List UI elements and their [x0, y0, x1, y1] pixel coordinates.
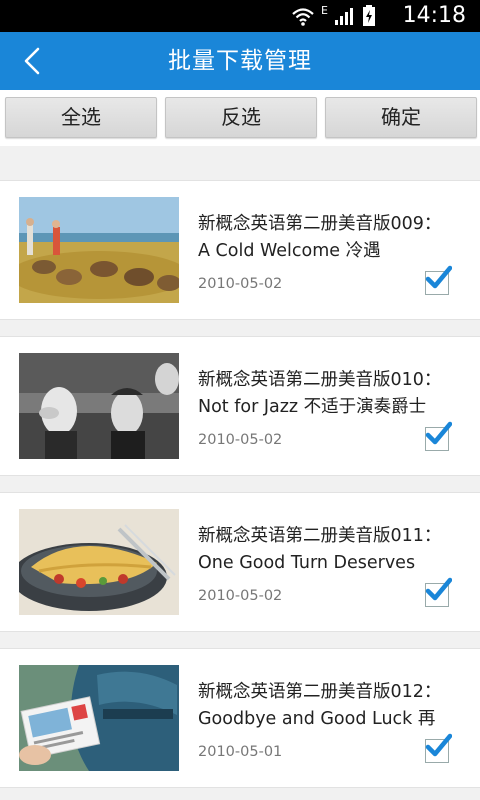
item-title: 新概念英语第二册美音版009： A Cold Welcome 冷遇	[198, 214, 442, 261]
back-button[interactable]	[12, 44, 52, 78]
item-title: 新概念英语第二册美音版010： Not for Jazz 不适于演奏爵士	[198, 370, 442, 417]
confirm-button[interactable]: 确定	[325, 97, 477, 138]
checkmark-icon	[425, 733, 452, 757]
checkmark-icon	[425, 421, 452, 445]
checkmark-icon	[425, 265, 452, 289]
item-date: 2010-05-02	[198, 276, 283, 292]
chevron-left-icon	[24, 47, 40, 75]
item-date: 2010-05-01	[198, 744, 283, 760]
wifi-icon	[292, 8, 314, 26]
status-icons: E	[291, 4, 376, 28]
checkmark-icon	[425, 577, 452, 601]
select-all-button[interactable]: 全选	[5, 97, 157, 138]
selection-toolbar: 全选 反选 确定	[0, 90, 480, 146]
item-checkbox[interactable]	[425, 733, 452, 763]
list-item[interactable]: 新概念英语第二册美音版012： Goodbye and Good Luck 再 …	[0, 648, 480, 788]
page-title: 批量下载管理	[168, 48, 312, 74]
item-date: 2010-05-02	[198, 588, 283, 604]
signal-icon	[335, 8, 353, 25]
item-date: 2010-05-02	[198, 432, 283, 448]
item-title: 新概念英语第二册美音版012： Goodbye and Good Luck 再	[198, 682, 442, 729]
lesson-thumbnail	[19, 509, 179, 615]
lesson-thumbnail	[19, 197, 179, 303]
network-type-badge: E	[321, 3, 328, 17]
item-title: 新概念英语第二册美音版011： One Good Turn Deserves	[198, 526, 442, 573]
list-item[interactable]: 新概念英语第二册美音版009： A Cold Welcome 冷遇 2010-0…	[0, 180, 480, 320]
lesson-thumbnail	[19, 665, 179, 771]
item-checkbox[interactable]	[425, 577, 452, 607]
app-bar: 批量下载管理	[0, 32, 480, 90]
item-checkbox[interactable]	[425, 421, 452, 451]
status-bar: E 14:18	[0, 0, 480, 32]
list-item[interactable]: 新概念英语第二册美音版011： One Good Turn Deserves 2…	[0, 492, 480, 632]
lesson-thumbnail	[19, 353, 179, 459]
list-item[interactable]: 新概念英语第二册美音版010： Not for Jazz 不适于演奏爵士 201…	[0, 336, 480, 476]
battery-charging-icon	[363, 5, 375, 26]
invert-selection-button[interactable]: 反选	[165, 97, 317, 138]
item-checkbox[interactable]	[425, 265, 452, 295]
status-time: 14:18	[402, 3, 466, 28]
